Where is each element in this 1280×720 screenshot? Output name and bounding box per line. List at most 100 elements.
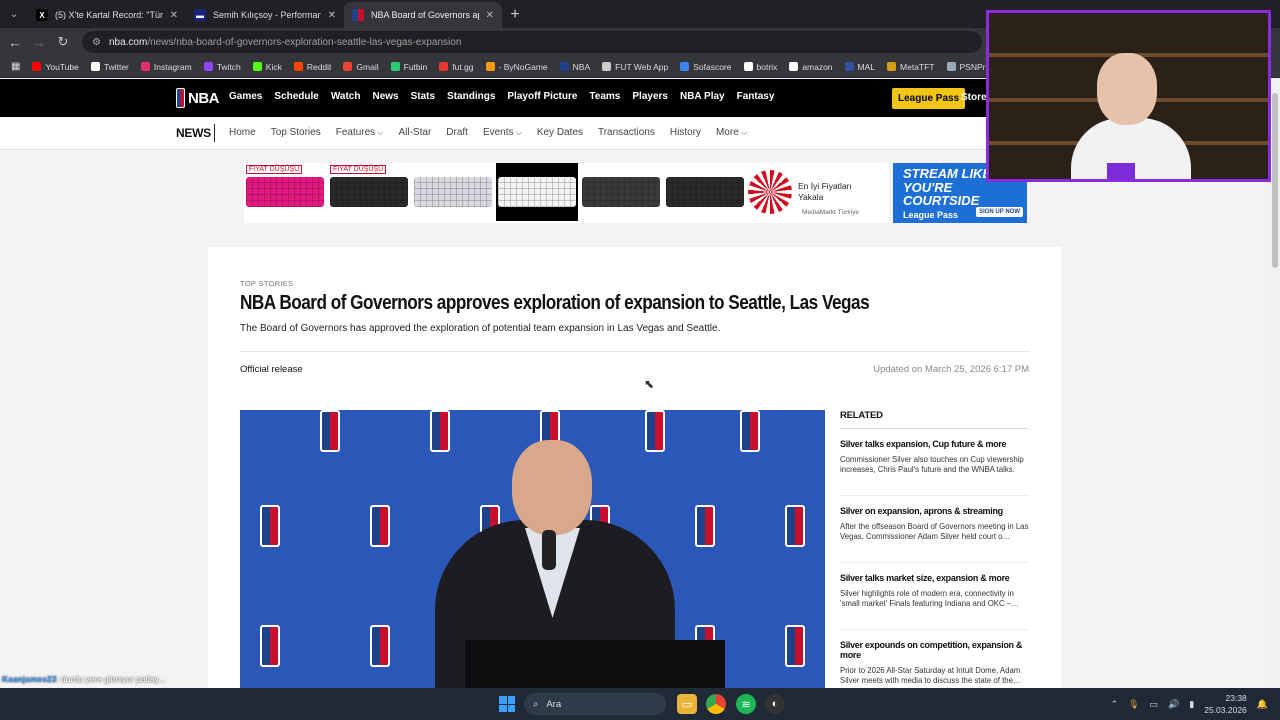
clock[interactable]: 23:38 25.03.2026 <box>1204 692 1247 716</box>
keyboard-image <box>246 177 324 207</box>
keyboard-ad-item[interactable]: FIYAT DÜŞÜŞÜ <box>244 163 326 221</box>
nav-link-schedule[interactable]: Schedule <box>274 91 318 102</box>
nba-logo[interactable]: NBA <box>176 88 220 108</box>
close-tab-icon[interactable]: ✕ <box>170 10 178 21</box>
browser-tab-2[interactable]: ▬ Semih Kılıçsoy - Performans bil ✕ <box>186 2 344 28</box>
tab-search-icon[interactable]: ⌄ <box>0 0 28 28</box>
microphone-tray-icon[interactable]: 🎙 <box>1128 699 1139 710</box>
article-eyebrow[interactable]: TOP STORIES <box>240 279 293 288</box>
keyboard-ad-item[interactable] <box>412 163 494 221</box>
subnav-transactions[interactable]: Transactions <box>598 127 655 138</box>
subnav-more[interactable]: More ⌵ <box>716 127 747 138</box>
related-title[interactable]: Silver talks expansion, Cup future & mor… <box>840 439 1029 449</box>
chevron-up-icon[interactable]: ⌃ <box>1111 699 1119 710</box>
keyboard-ad-item[interactable]: FIYAT DÜŞÜŞÜ <box>328 163 410 221</box>
related-title[interactable]: Silver on expansion, aprons & streaming <box>840 506 1029 516</box>
browser-tab-3[interactable]: NBA Board of Governors appro ✕ <box>344 2 502 28</box>
bookmark-nba[interactable]: NBA <box>555 62 595 72</box>
network-icon[interactable]: ▭ <box>1150 699 1159 710</box>
bookmark-gmail[interactable]: Gmail <box>338 62 383 72</box>
bookmark-label: Reddit <box>306 61 332 72</box>
scrollbar-thumb[interactable] <box>1272 93 1278 268</box>
related-item[interactable]: Silver talks market size, expansion & mo… <box>840 563 1029 630</box>
bookmark-twitter[interactable]: Twitter <box>86 62 134 72</box>
bookmark-favicon-icon <box>390 62 400 71</box>
keyboard-ad-item[interactable] <box>664 163 746 221</box>
nav-link-news[interactable]: News <box>372 91 398 102</box>
mediamarkt-ad[interactable]: En İyi Fiyatları Yakala MediaMarkt Türkiy… <box>748 163 878 221</box>
taskbar-search[interactable]: ⌕ Ara <box>524 693 666 715</box>
subnav-key-dates[interactable]: Key Dates <box>537 127 583 138</box>
subnav-history[interactable]: History <box>670 127 701 138</box>
keyboard-ad-item[interactable] <box>580 163 662 221</box>
chat-username: Kaanjames23 <box>2 674 57 684</box>
subnav-top-stories[interactable]: Top Stories <box>271 127 321 138</box>
bookmark-sofascore[interactable]: Sofascore <box>675 62 736 72</box>
news-section-title[interactable]: NEWS <box>176 126 211 140</box>
webcam-person-face <box>1097 53 1157 125</box>
address-bar[interactable]: ⚙ nba.com/news/nba-board-of-governors-ex… <box>82 31 982 53</box>
obs-icon[interactable]: ◐ <box>765 694 785 714</box>
volume-icon[interactable]: 🔊 <box>1168 699 1179 710</box>
nav-link-playoff-picture[interactable]: Playoff Picture <box>507 91 577 102</box>
store-link[interactable]: Store <box>961 92 987 103</box>
nav-link-games[interactable]: Games <box>229 91 262 102</box>
nav-link-teams[interactable]: Teams <box>589 91 620 102</box>
hero-person-head <box>512 440 592 535</box>
subnav-draft[interactable]: Draft <box>446 127 468 138</box>
bookmark-label: MetaTFT <box>900 61 935 72</box>
league-pass-button[interactable]: League Pass <box>892 88 966 109</box>
bookmark-twitch[interactable]: Twitch <box>199 62 246 72</box>
windows-start-icon[interactable] <box>499 696 515 712</box>
close-tab-icon[interactable]: ✕ <box>328 10 336 21</box>
bookmark-instagram[interactable]: Instagram <box>136 62 197 72</box>
bookmark-futbin[interactable]: Futbin <box>386 62 433 72</box>
apps-grid-icon[interactable]: ▦ <box>6 61 25 72</box>
bookmark-reddit[interactable]: Reddit <box>289 62 337 72</box>
related-title[interactable]: Silver talks market size, expansion & mo… <box>840 573 1029 583</box>
back-arrow-icon[interactable]: ← <box>6 33 24 51</box>
notifications-icon[interactable]: 🔔 <box>1257 699 1268 710</box>
nav-link-fantasy[interactable]: Fantasy <box>737 91 775 102</box>
bookmark-label: Twitter <box>103 61 129 72</box>
nav-link-players[interactable]: Players <box>632 91 668 102</box>
related-item[interactable]: Silver on expansion, aprons & streaming A… <box>840 496 1029 563</box>
forward-arrow-icon[interactable]: → <box>30 33 48 51</box>
battery-icon[interactable]: ▮ <box>1189 699 1194 710</box>
page-scrollbar[interactable] <box>1270 79 1280 688</box>
related-item[interactable]: Silver talks expansion, Cup future & mor… <box>840 429 1029 496</box>
sign-up-button[interactable]: SIGN UP NOW <box>976 207 1023 217</box>
file-explorer-icon[interactable]: ▭ <box>677 694 697 714</box>
bookmark-amazon[interactable]: amazon <box>784 62 837 72</box>
new-tab-button[interactable]: + <box>502 2 528 28</box>
bookmark-youtube[interactable]: YouTube <box>27 62 83 72</box>
reload-icon[interactable]: ↻ <box>54 33 72 51</box>
bookmark-kick[interactable]: Kick <box>248 62 287 72</box>
bookmark-fut-web-app[interactable]: FUT Web App <box>597 62 673 72</box>
ad-banner[interactable]: FIYAT DÜŞÜŞÜ FIYAT DÜŞÜŞÜ En İyi Fiyatları… <box>244 163 889 223</box>
bookmark-metatft[interactable]: MetaTFT <box>882 62 939 72</box>
keyboard-ad-item[interactable] <box>496 163 578 221</box>
nav-link-watch[interactable]: Watch <box>331 91 361 102</box>
related-item[interactable]: Silver expounds on competition, expansio… <box>840 630 1029 688</box>
bookmark-mal[interactable]: MAL <box>840 62 880 72</box>
site-info-icon[interactable]: ⚙ <box>92 37 101 48</box>
subnav-events[interactable]: Events ⌵ <box>483 127 522 138</box>
bookmark-botrix[interactable]: botrix <box>739 62 783 72</box>
nav-link-standings[interactable]: Standings <box>447 91 495 102</box>
spotify-icon[interactable]: ≋ <box>736 694 756 714</box>
hero-image[interactable] <box>240 410 825 688</box>
subnav-home[interactable]: Home <box>229 127 256 138</box>
related-title[interactable]: Silver expounds on competition, expansio… <box>840 640 1029 660</box>
bookmark-fut-gg[interactable]: fut.gg <box>434 62 478 72</box>
subnav-features[interactable]: Features ⌵ <box>336 127 384 138</box>
mouse-cursor-icon: ⬉ <box>644 377 655 391</box>
nav-link-nba-play[interactable]: NBA Play <box>680 91 725 102</box>
subnav-label: Events <box>482 127 514 138</box>
nav-link-stats[interactable]: Stats <box>411 91 435 102</box>
subnav-all-star[interactable]: All-Star <box>398 127 431 138</box>
chrome-icon[interactable] <box>706 694 726 714</box>
bookmark-bynogame[interactable]: - ByNoGame <box>481 62 553 72</box>
close-tab-icon[interactable]: ✕ <box>486 10 494 21</box>
browser-tab-1[interactable]: X (5) X'te Kartal Record: "Türkiye" ✕ <box>28 2 186 28</box>
